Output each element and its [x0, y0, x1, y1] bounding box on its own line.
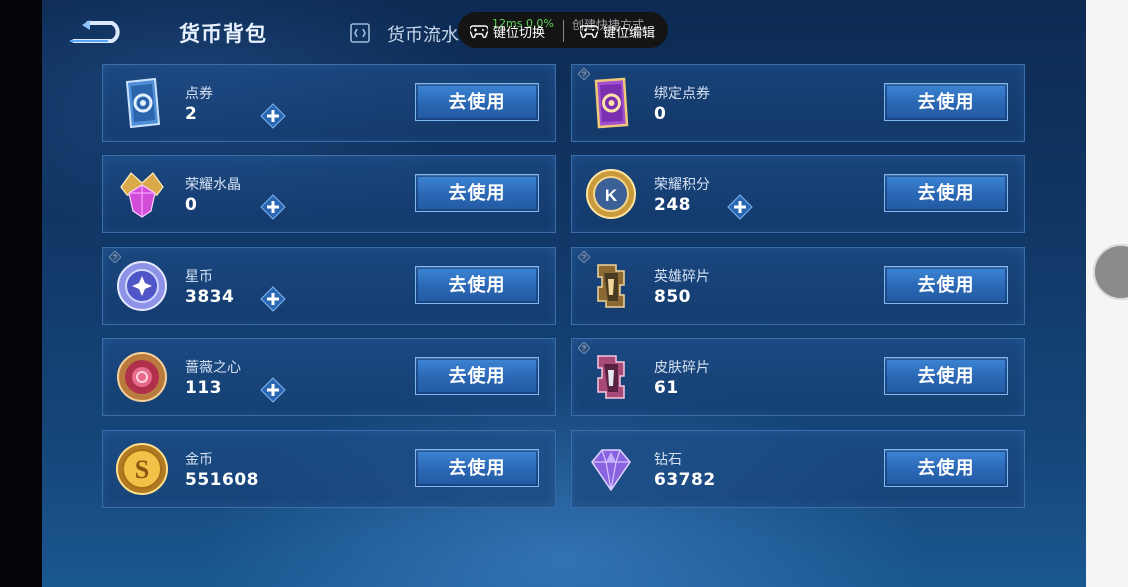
gamepad-icon [470, 25, 488, 38]
use-button[interactable]: 去使用 [415, 357, 539, 395]
currency-card-gold-coin: S 金币 551608 去使用 [102, 430, 556, 508]
use-button[interactable]: 去使用 [884, 449, 1008, 487]
currency-card-glory-points: K 荣耀积分 248 去使用 [571, 155, 1025, 233]
currency-name: 荣耀积分 [654, 177, 710, 193]
use-button[interactable]: 去使用 [415, 266, 539, 304]
currency-name: 钻石 [654, 452, 682, 468]
currency-value: 63782 [654, 470, 716, 490]
add-icon[interactable] [260, 377, 286, 403]
add-icon[interactable] [260, 194, 286, 220]
currency-value: 2 [185, 104, 198, 124]
use-button[interactable]: 去使用 [415, 83, 539, 121]
currency-card-star-coin: ? 星币 3834 去使用 [102, 247, 556, 325]
currency-value: 551608 [185, 470, 259, 490]
gamepad-icon [580, 25, 598, 38]
glory-points-icon: K [582, 165, 640, 223]
key-edit-label: 键位编辑 [603, 25, 656, 41]
currency-name: 荣耀水晶 [185, 177, 241, 193]
bound-coupon-card-icon [582, 74, 640, 132]
currency-card-coupon-card: 点券 2 去使用 [102, 64, 556, 142]
add-icon[interactable] [260, 286, 286, 312]
currency-name: 金币 [185, 452, 213, 468]
currency-value: 61 [654, 378, 679, 398]
currency-name: 点券 [185, 86, 213, 102]
currency-name: 星币 [185, 269, 213, 285]
star-coin-icon [113, 257, 171, 315]
currency-value: 113 [185, 378, 222, 398]
hero-fragment-icon [582, 257, 640, 315]
currency-card-bound-coupon-card: ? 绑定点券 0 去使用 [571, 64, 1025, 142]
currency-backpack-screen: 货币背包 货币流水 点券 2 去使用 ? 绑定点券 0 去使用 荣耀水晶 0 去… [42, 0, 1086, 587]
toolbar-divider [563, 20, 564, 42]
left-letterbox [0, 0, 42, 587]
use-button[interactable]: 去使用 [415, 174, 539, 212]
add-icon[interactable] [727, 194, 753, 220]
currency-value: 3834 [185, 287, 235, 307]
add-icon[interactable] [260, 103, 286, 129]
coupon-card-icon [113, 74, 171, 132]
key-mapping-toolbar: 12ms 0.0% 创建快捷方式 键位切换 键位编辑 [458, 12, 668, 48]
currency-value: 0 [185, 195, 198, 215]
skin-fragment-icon [582, 348, 640, 406]
key-edit-button[interactable]: 键位编辑 [580, 22, 656, 41]
currency-card-skin-fragment: ? 皮肤碎片 61 去使用 [571, 338, 1025, 416]
currency-card-rose-heart: 蔷薇之心 113 去使用 [102, 338, 556, 416]
tab-currency-flow[interactable]: 货币流水 [387, 21, 459, 47]
use-button[interactable]: 去使用 [884, 266, 1008, 304]
currency-name: 蔷薇之心 [185, 360, 241, 376]
diamond-icon [582, 440, 640, 498]
use-button[interactable]: 去使用 [884, 83, 1008, 121]
key-switch-label: 键位切换 [493, 25, 546, 41]
rose-heart-icon [113, 348, 171, 406]
currency-name: 绑定点券 [654, 86, 710, 102]
currency-name: 英雄碎片 [654, 269, 710, 285]
key-switch-button[interactable]: 键位切换 [470, 22, 546, 41]
svg-text:K: K [605, 186, 618, 205]
back-arrow-icon[interactable] [68, 17, 124, 47]
currency-card-glory-crystal: 荣耀水晶 0 去使用 [102, 155, 556, 233]
use-button[interactable]: 去使用 [884, 174, 1008, 212]
page-title: 货币背包 [179, 22, 267, 46]
currency-flow-icon [350, 23, 370, 43]
gold-coin-icon: S [113, 440, 171, 498]
svg-text:S: S [135, 455, 149, 484]
currency-value: 850 [654, 287, 691, 307]
use-button[interactable]: 去使用 [884, 357, 1008, 395]
currency-card-diamond: 钻石 63782 去使用 [571, 430, 1025, 508]
currency-name: 皮肤碎片 [654, 360, 710, 376]
currency-value: 248 [654, 195, 691, 215]
currency-value: 0 [654, 104, 667, 124]
glory-crystal-icon [113, 165, 171, 223]
use-button[interactable]: 去使用 [415, 449, 539, 487]
currency-card-hero-fragment: ? 英雄碎片 850 去使用 [571, 247, 1025, 325]
